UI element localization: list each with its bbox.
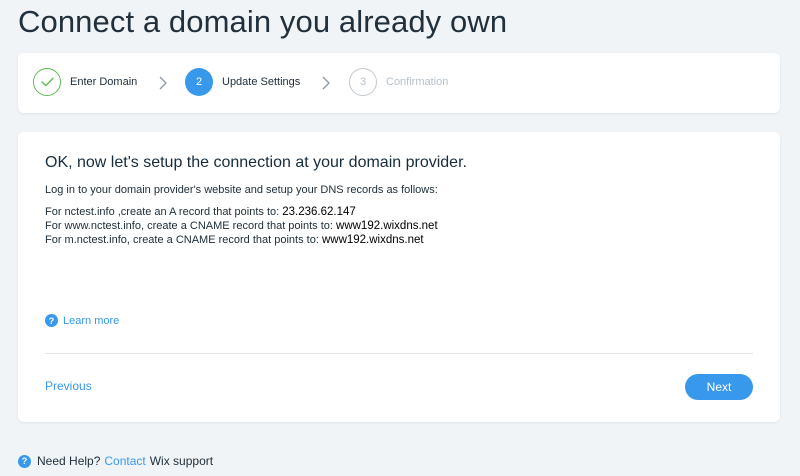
step-label: Update Settings [222,76,301,88]
contact-link[interactable]: Contact [104,454,145,468]
chevron-right-icon [322,76,330,90]
step-update-settings: 2 Update Settings [185,67,300,97]
record-text: For m.nctest.info, create a CNAME record… [45,234,322,246]
step-number: 3 [349,68,377,96]
page-title: Connect a domain you already own [18,4,508,39]
previous-button[interactable]: Previous [45,379,92,393]
record-text: For nctest.info ,create an A record that… [45,206,283,218]
question-circle-icon: ? [18,454,31,468]
progress-stepper: Enter Domain 2 Update Settings 3 Confirm… [18,53,780,113]
step-number: 2 [185,68,213,96]
card-intro: Log in to your domain provider's website… [45,184,438,196]
record-value: www192.wixdns.net [321,234,424,246]
wix-support-label: Wix support [149,454,214,468]
record-value: www192.wixdns.net [336,220,438,232]
step-enter-domain: Enter Domain [33,67,137,97]
dns-instructions-card: OK, now let's setup the connection at yo… [18,132,780,422]
chevron-right-icon [159,76,167,90]
help-footer: ? Need Help? Contact Wix support [18,454,213,468]
record-value: 23.236.62.147 [282,206,356,218]
record-text: For www.nctest.info, create a CNAME reco… [45,220,337,232]
question-circle-icon: ? [45,314,58,327]
learn-more-label: Learn more [63,314,120,327]
need-help-label: Need Help? [37,454,101,468]
card-heading: OK, now let's setup the connection at yo… [45,154,467,171]
step-done-circle [33,68,61,96]
dns-records-list: For nctest.info ,create an A record that… [45,205,438,247]
dns-record-line: For www.nctest.info, create a CNAME reco… [45,219,438,233]
next-button[interactable]: Next [685,374,753,400]
checkmark-icon [40,77,54,87]
step-label: Confirmation [386,76,449,88]
dns-record-line: For m.nctest.info, create a CNAME record… [45,233,438,247]
learn-more-link[interactable]: ? Learn more [45,314,119,327]
divider [45,353,753,354]
step-confirmation: 3 Confirmation [349,67,448,97]
dns-record-line: For nctest.info ,create an A record that… [45,205,438,219]
step-label: Enter Domain [70,76,138,88]
